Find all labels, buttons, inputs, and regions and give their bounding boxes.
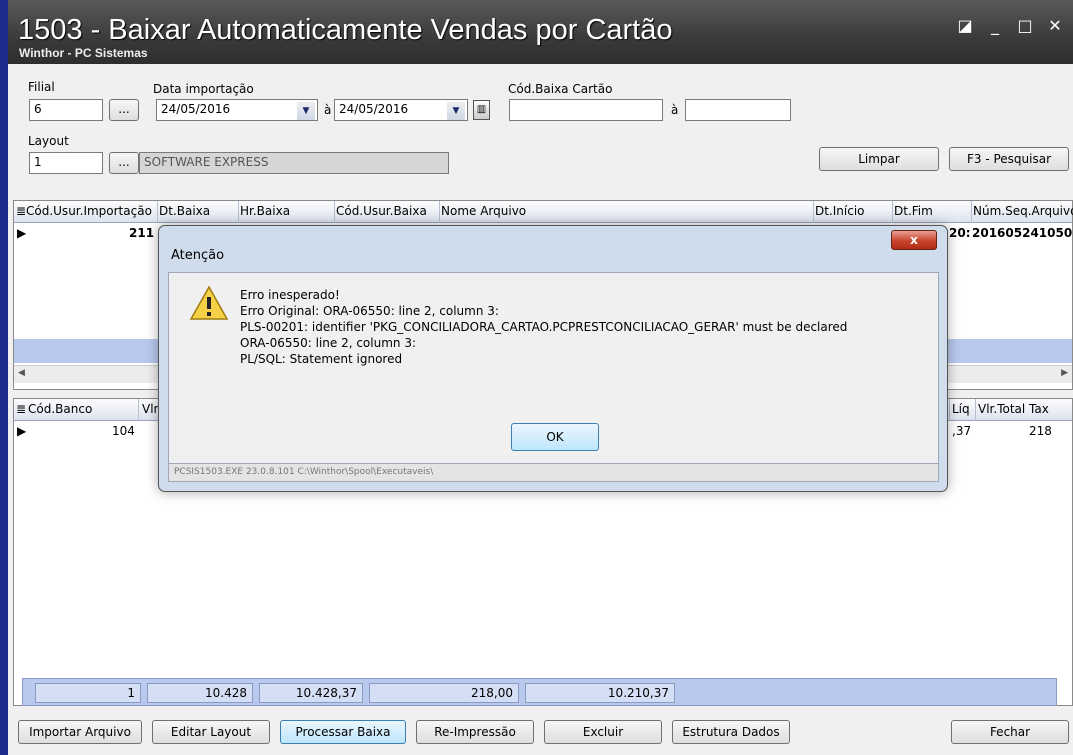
filial-lookup-button[interactable]: ... <box>109 99 139 121</box>
data-from-value: 24/05/2016 <box>161 102 231 116</box>
chevron-down-icon[interactable]: ▼ <box>297 102 315 120</box>
main-window: 1503 - Baixar Automaticamente Vendas por… <box>0 0 1073 755</box>
limpar-button[interactable]: Limpar <box>819 147 939 171</box>
data-from-input[interactable]: 24/05/2016 ▼ <box>156 99 318 121</box>
title-bar: 1503 - Baixar Automaticamente Vendas por… <box>8 0 1073 64</box>
layout-lookup-button[interactable]: ... <box>109 152 139 174</box>
col-hr-baixa[interactable]: Hr.Baixa <box>240 204 290 218</box>
col-nome-arquivo[interactable]: Nome Arquivo <box>441 204 526 218</box>
layout-description: SOFTWARE EXPRESS <box>139 152 449 174</box>
row-pointer-icon: ▶ <box>17 424 27 438</box>
total-vlr-bruto: 10.428,37 <box>259 683 363 703</box>
total-taxa: 218,00 <box>369 683 519 703</box>
col-cod-usur-importacao[interactable]: Cód.Usur.Importação <box>26 204 152 218</box>
close-icon[interactable]: ✕ <box>1047 16 1063 35</box>
dialog-close-button[interactable]: x <box>891 230 937 250</box>
scroll-left-icon[interactable]: ◀ <box>18 368 25 378</box>
col-dt-baixa[interactable]: Dt.Baixa <box>159 204 210 218</box>
filial-label: Filial <box>28 80 55 94</box>
message-line: PL/SQL: Statement ignored <box>240 352 403 366</box>
filial-input[interactable]: 6 <box>29 99 103 121</box>
cell-dt-fim: 20: <box>949 226 971 240</box>
data-to-input[interactable]: 24/05/2016 ▼ <box>334 99 468 121</box>
message-line: PLS-00201: identifier 'PKG_CONCILIADORA_… <box>240 320 848 334</box>
col-liq[interactable]: Líq <box>952 402 970 416</box>
excluir-button[interactable]: Excluir <box>544 720 662 744</box>
total-count: 1 <box>35 683 141 703</box>
dialog-footer-text: PCSIS1503.EXE 23.0.8.101 C:\Winthor\Spoo… <box>174 467 434 477</box>
cod-baixa-label: Cód.Baixa Cartão <box>508 82 613 96</box>
window-controls: ◪ _ □ ✕ <box>957 16 1063 35</box>
cod-baixa-to-input[interactable] <box>685 99 791 121</box>
maximize-icon[interactable]: □ <box>1017 16 1033 35</box>
data-to-value: 24/05/2016 <box>339 102 409 116</box>
estrutura-dados-button[interactable]: Estrutura Dados <box>672 720 790 744</box>
col-vlr[interactable]: Vlr <box>142 402 158 416</box>
col-num-seq-arquivo[interactable]: Núm.Seq.Arquivo <box>973 204 1073 218</box>
cod-sep: à <box>671 103 679 117</box>
dialog-title: Atenção <box>171 248 225 263</box>
grid-menu-icon[interactable]: ≣ <box>16 204 26 218</box>
cell-vlr-tax: 218 <box>1029 424 1052 438</box>
col-cod-usur-baixa[interactable]: Cód.Usur.Baixa <box>336 204 427 218</box>
grid-header: ≣ Cód.Usur.Importação Dt.Baixa Hr.Baixa … <box>14 201 1073 223</box>
layout-label: Layout <box>28 134 69 148</box>
col-dt-inicio[interactable]: Dt.Início <box>815 204 865 218</box>
fechar-button[interactable]: Fechar <box>951 720 1069 744</box>
grid-menu-icon[interactable]: ≣ <box>16 402 26 416</box>
cell-num-seq: 201605241050 <box>972 226 1073 240</box>
layout-input[interactable]: 1 <box>29 152 103 174</box>
minimize-icon[interactable]: _ <box>987 16 1003 35</box>
data-sep: à <box>324 103 332 117</box>
editar-layout-button[interactable]: Editar Layout <box>152 720 270 744</box>
row-pointer-icon: ▶ <box>17 226 27 240</box>
message-line: ORA-06550: line 2, column 3: <box>240 336 417 350</box>
data-importacao-label: Data importação <box>153 82 254 96</box>
message-line: Erro Original: ORA-06550: line 2, column… <box>240 304 499 318</box>
cod-baixa-from-input[interactable] <box>509 99 663 121</box>
processar-baixa-button[interactable]: Processar Baixa <box>280 720 406 744</box>
restore-icon[interactable]: ◪ <box>957 16 973 35</box>
message-line: Erro inesperado! <box>240 288 340 302</box>
window-title: 1503 - Baixar Automaticamente Vendas por… <box>18 14 673 46</box>
col-vlr-total-tax[interactable]: Vlr.Total Tax <box>978 402 1049 416</box>
dialog-body: Erro inesperado! Erro Original: ORA-0655… <box>168 272 939 464</box>
ok-button[interactable]: OK <box>511 423 599 451</box>
window-subtitle: Winthor - PC Sistemas <box>19 46 148 60</box>
pesquisar-button[interactable]: F3 - Pesquisar <box>949 147 1069 171</box>
col-dt-fim[interactable]: Dt.Fim <box>894 204 933 218</box>
scroll-right-icon[interactable]: ▶ <box>1061 368 1068 378</box>
cell-cod-usur: 211 <box>129 226 155 240</box>
dialog-footer: PCSIS1503.EXE 23.0.8.101 C:\Winthor\Spoo… <box>168 464 939 482</box>
chevron-down-icon[interactable]: ▼ <box>447 102 465 120</box>
cell-liq: ,37 <box>952 424 972 438</box>
reimpressao-button[interactable]: Re-Impressão <box>416 720 534 744</box>
total-liquido: 10.210,37 <box>525 683 675 703</box>
totals-bar: 1 10.428 10.428,37 218,00 10.210,37 <box>22 678 1057 706</box>
error-dialog: Atenção x Erro inesperado! Erro Original… <box>158 225 948 492</box>
col-cod-banco[interactable]: Cód.Banco <box>28 402 92 416</box>
calendar-icon[interactable]: ▥ <box>473 100 490 120</box>
importar-arquivo-button[interactable]: Importar Arquivo <box>18 720 142 744</box>
warning-icon <box>189 285 229 320</box>
dialog-message: Erro inesperado! Erro Original: ORA-0655… <box>240 287 847 367</box>
cell-cod-banco: 104 <box>112 424 135 438</box>
total-vlr: 10.428 <box>147 683 253 703</box>
